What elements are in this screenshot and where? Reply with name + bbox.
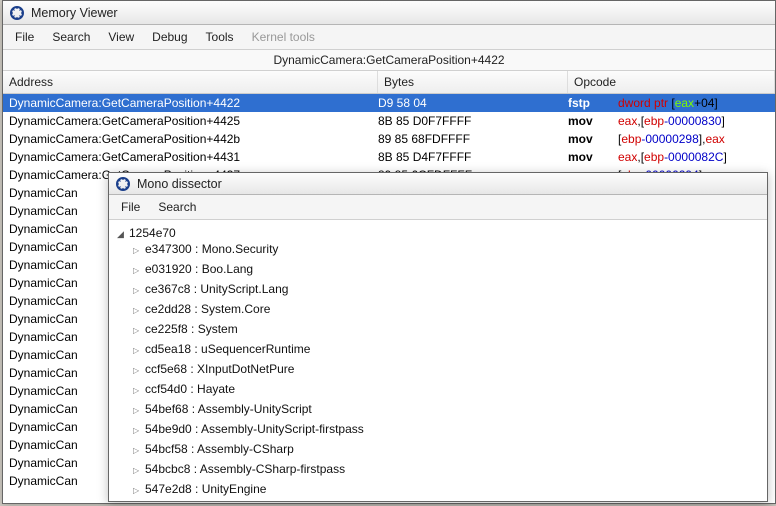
row-bytes: 89 85 68FDFFFF [378,130,568,148]
tree-item[interactable]: ce2dd28 : System.Core [117,300,759,320]
tree-item[interactable]: e347300 : Mono.Security [117,240,759,260]
mono-dissector-titlebar[interactable]: Mono dissector [109,173,767,195]
row-operands: eax,[ebp-0000082C] [618,148,775,166]
row-address: DynamicCamera:GetCameraPosition+4431 [3,148,378,166]
menu-tools[interactable]: Tools [198,27,242,47]
row-address: DynamicCamera:GetCameraPosition+4425 [3,112,378,130]
menu-search[interactable]: Search [150,197,204,217]
row-mnemonic: mov [568,112,618,130]
row-mnemonic: mov [568,148,618,166]
tree-item[interactable]: e031920 : Boo.Lang [117,260,759,280]
row-bytes: 8B 85 D4F7FFFF [378,148,568,166]
row-operands: [ebp-00000298],eax [618,130,775,148]
row-bytes: D9 58 04 [378,94,568,112]
tree-item[interactable]: 54be9d0 : Assembly-UnityScript-firstpass [117,420,759,440]
memory-viewer-title: Memory Viewer [31,6,118,20]
memory-viewer-column-headers: Address Bytes Opcode [3,71,775,94]
mono-dissector-window: Mono dissector FileSearch 1254e70 e34730… [108,172,768,502]
row-address: DynamicCamera:GetCameraPosition+442b [3,130,378,148]
row-operands: dword ptr [eax+04] [618,94,775,112]
tree-root-label: 1254e70 [117,226,176,240]
cheat-engine-icon [9,5,25,21]
tree-item[interactable]: ce225f8 : System [117,320,759,340]
menu-debug[interactable]: Debug [144,27,195,47]
row-mnemonic: fstp [568,94,618,112]
disassembly-row[interactable]: DynamicCamera:GetCameraPosition+4422D9 5… [3,94,775,112]
tree-item[interactable]: 54bef68 : Assembly-UnityScript [117,400,759,420]
tree-item[interactable]: 54bcbc8 : Assembly-CSharp-firstpass [117,460,759,480]
column-header-opcode[interactable]: Opcode [568,71,775,93]
row-mnemonic: mov [568,130,618,148]
menu-view[interactable]: View [100,27,142,47]
memory-viewer-titlebar[interactable]: Memory Viewer [3,1,775,25]
menu-search[interactable]: Search [44,27,98,47]
menu-file[interactable]: File [7,27,42,47]
column-header-address[interactable]: Address [3,71,378,93]
disassembly-row[interactable]: DynamicCamera:GetCameraPosition+44318B 8… [3,148,775,166]
tree-item[interactable]: ccf5e68 : XInputDotNetPure [117,360,759,380]
memory-viewer-menubar: FileSearchViewDebugToolsKernel tools [3,25,775,50]
menu-kernel-tools: Kernel tools [244,27,323,47]
column-header-bytes[interactable]: Bytes [378,71,568,93]
assembly-tree[interactable]: 1254e70 e347300 : Mono.Securitye031920 :… [109,220,767,501]
cheat-engine-icon [115,176,131,192]
tree-item[interactable]: 547e2d8 : UnityEngine [117,480,759,500]
tree-item[interactable]: ce367c8 : UnityScript.Lang [117,280,759,300]
mono-dissector-title: Mono dissector [137,177,222,191]
tree-item[interactable]: 54bcf58 : Assembly-CSharp [117,440,759,460]
menu-file[interactable]: File [113,197,148,217]
memory-viewer-address-path[interactable]: DynamicCamera:GetCameraPosition+4422 [3,50,775,71]
disassembly-row[interactable]: DynamicCamera:GetCameraPosition+442b89 8… [3,130,775,148]
row-bytes: 8B 85 D0F7FFFF [378,112,568,130]
row-operands: eax,[ebp-00000830] [618,112,775,130]
tree-item[interactable]: cd5ea18 : uSequencerRuntime [117,340,759,360]
mono-dissector-menubar: FileSearch [109,195,767,220]
tree-root-node[interactable]: 1254e70 e347300 : Mono.Securitye031920 :… [117,226,759,501]
row-address: DynamicCamera:GetCameraPosition+4422 [3,94,378,112]
tree-item[interactable]: 5409af0 : mscorlib [117,500,759,501]
disassembly-row[interactable]: DynamicCamera:GetCameraPosition+44258B 8… [3,112,775,130]
tree-item[interactable]: ccf54d0 : Hayate [117,380,759,400]
